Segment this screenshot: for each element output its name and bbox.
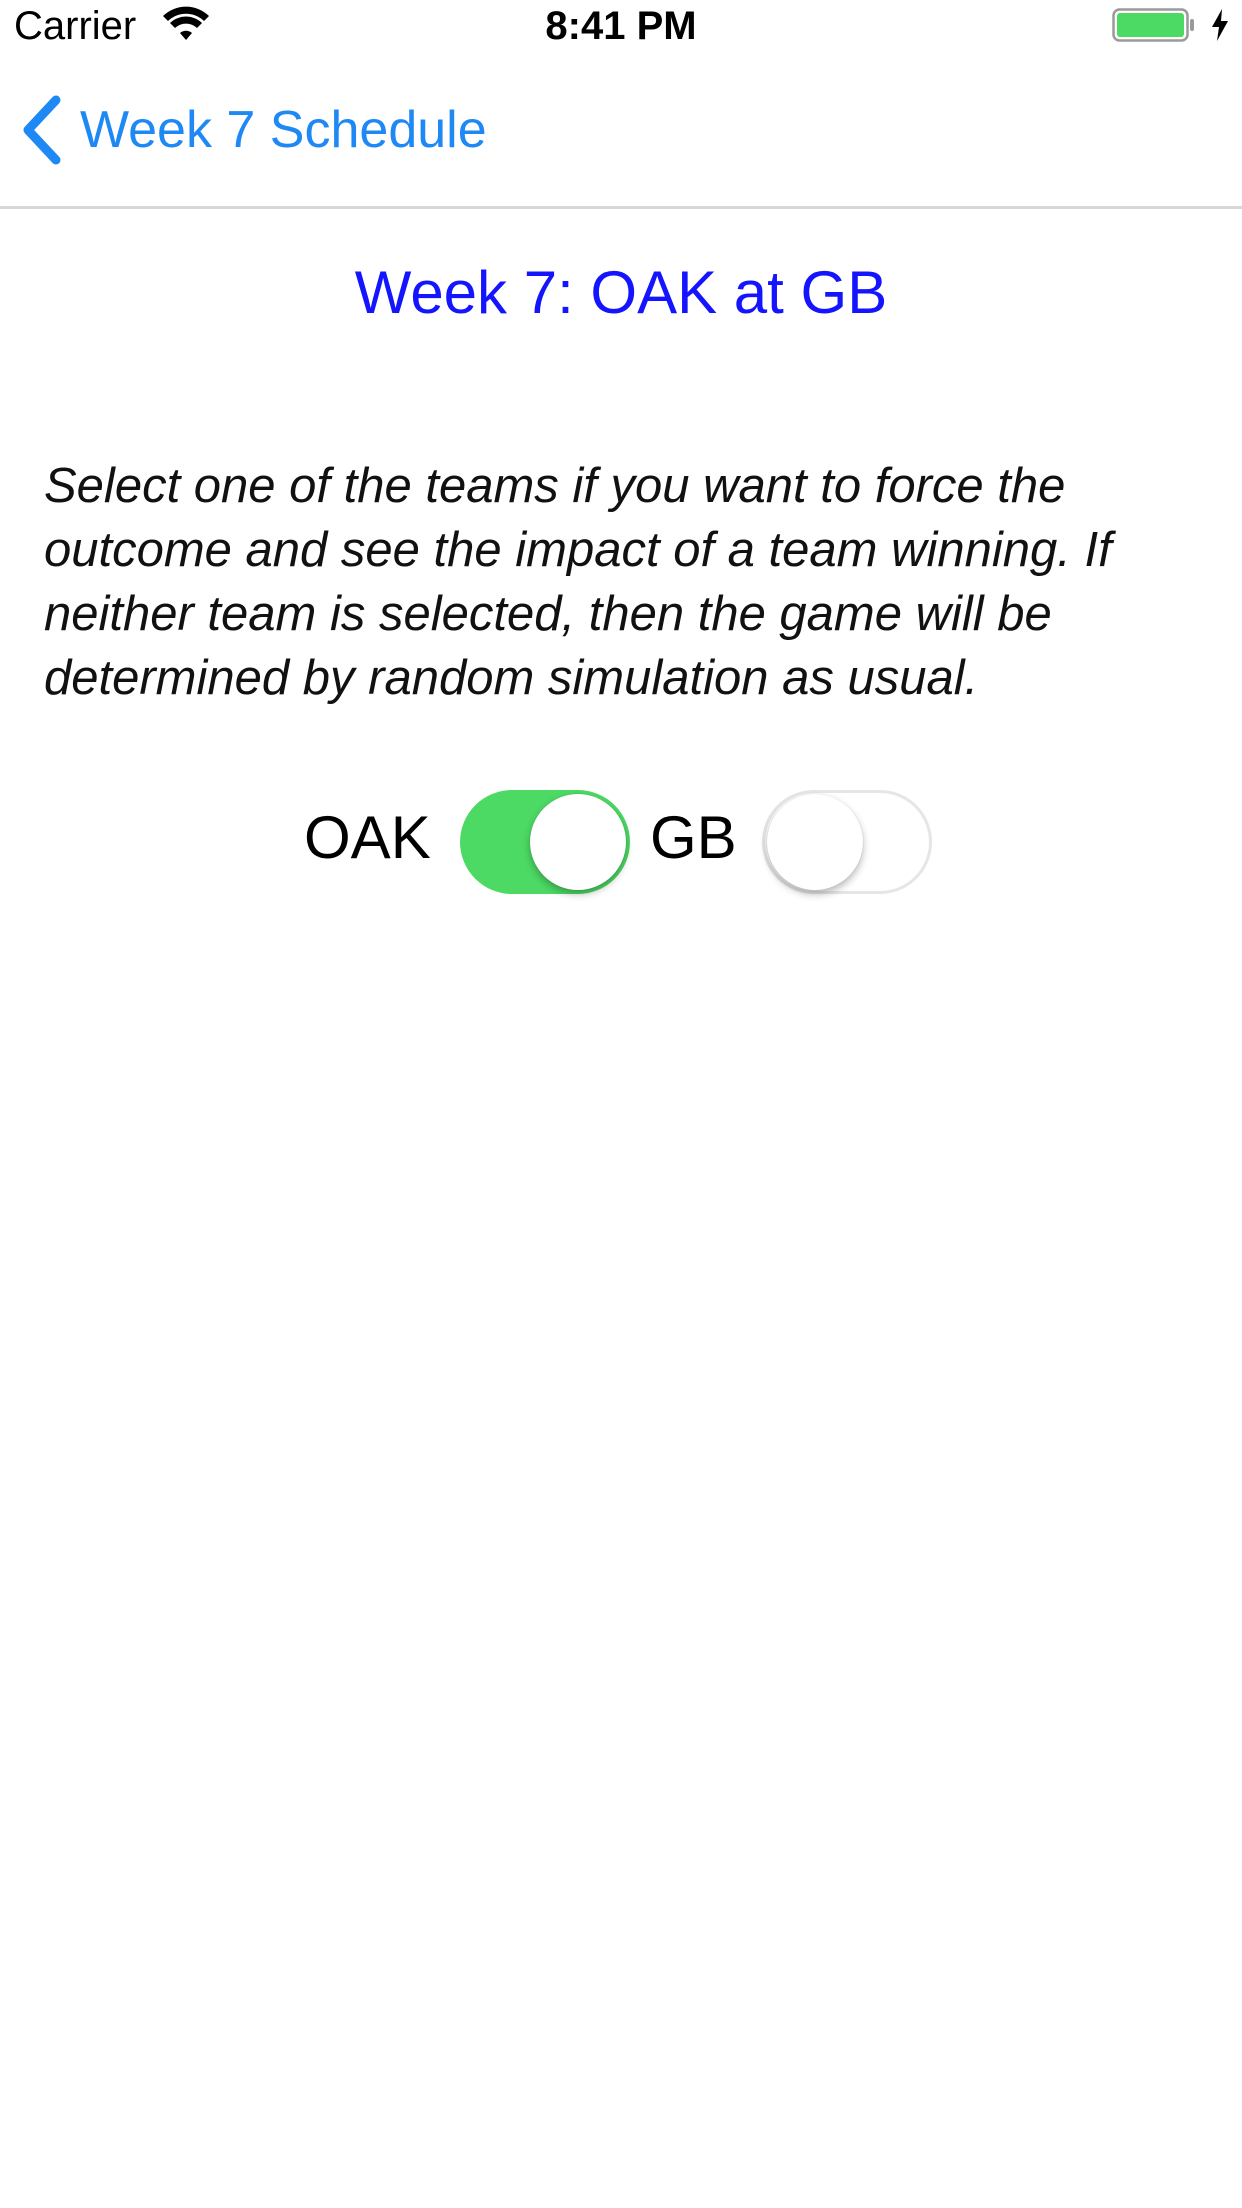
- team-label-gb: GB: [650, 804, 737, 871]
- charging-icon: [1212, 9, 1228, 41]
- team-toggle-row: OAK GB: [0, 786, 1242, 898]
- team-label-oak: OAK: [304, 804, 431, 871]
- status-bar: Carrier 8:41 PM: [0, 0, 1242, 52]
- instructions-text: Select one of the teams if you want to f…: [44, 459, 1112, 705]
- game-title: Week 7: OAK at GB: [354, 259, 888, 326]
- toggle-knob: [767, 794, 863, 890]
- navigation-bar: Week 7 Schedule: [0, 52, 1242, 209]
- status-time: 8:41 PM: [545, 4, 697, 48]
- oak-toggle[interactable]: [460, 790, 630, 894]
- toggle-knob: [530, 794, 626, 890]
- back-button-label: Week 7 Schedule: [80, 101, 487, 159]
- gb-toggle[interactable]: [762, 790, 932, 894]
- battery-icon: [1112, 8, 1194, 42]
- chevron-left-icon: [23, 95, 61, 165]
- back-button[interactable]: Week 7 Schedule: [18, 90, 487, 170]
